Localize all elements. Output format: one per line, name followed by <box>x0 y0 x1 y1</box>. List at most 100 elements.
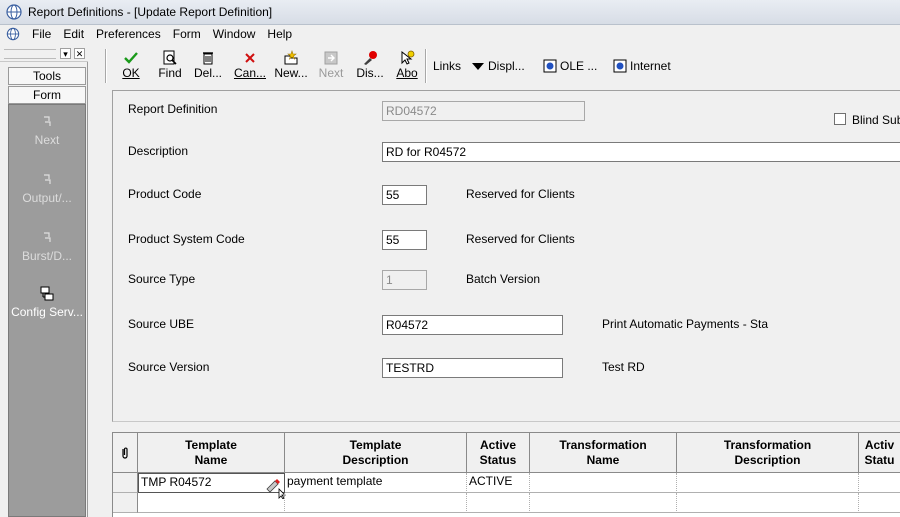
empty-cell[interactable] <box>285 493 467 513</box>
source-version-label: Source Version <box>128 360 210 374</box>
product-code-field[interactable]: 55 <box>382 185 427 205</box>
report-definition-field[interactable]: RD04572 <box>382 101 585 121</box>
sidebar-action-next[interactable]: Next <box>9 113 85 147</box>
ole-button[interactable]: OLE ... <box>543 58 597 74</box>
config-icon <box>40 286 54 301</box>
sidebar-actions-panel: Next Output/... Burst/D... Config Serv..… <box>8 104 86 517</box>
cancel-button[interactable]: Can... <box>233 48 267 84</box>
blind-submission-checkbox[interactable] <box>834 113 846 125</box>
new-button[interactable]: New... <box>273 48 309 84</box>
display-button[interactable]: Dis... <box>355 48 385 84</box>
sidebar-action-config-serv[interactable]: Config Serv... <box>9 285 85 319</box>
menu-form[interactable]: Form <box>167 25 207 43</box>
cell-transformation-name[interactable] <box>530 473 677 493</box>
column-header-line: Name <box>194 452 228 467</box>
delete-button[interactable]: Del... <box>193 48 223 84</box>
sidebar-action-label: Next <box>34 133 60 147</box>
empty-cell[interactable] <box>530 493 677 513</box>
column-header-transformation-description[interactable]: Transformation Description <box>677 433 859 473</box>
display-icon <box>364 51 377 65</box>
sidebar-grip[interactable] <box>4 49 56 59</box>
menu-help[interactable]: Help <box>261 25 298 43</box>
cell-template-description[interactable]: payment template <box>285 473 467 493</box>
links-menu[interactable]: Links <box>433 58 461 74</box>
new-label: New... <box>274 66 308 80</box>
cell-active-status[interactable]: ACTIVE <box>467 473 530 493</box>
toolbar-separator <box>105 49 107 83</box>
description-field[interactable]: RD for R04572 <box>382 142 900 162</box>
paperclip-icon <box>122 446 128 459</box>
column-header-line: Statu <box>864 452 895 467</box>
column-header-template-description[interactable]: Template Description <box>285 433 467 473</box>
menu-preferences[interactable]: Preferences <box>90 25 167 43</box>
product-system-code-field[interactable]: 55 <box>382 230 427 250</box>
sidebar-header: ▾ ✕ <box>0 46 88 62</box>
row-selector[interactable] <box>113 473 138 493</box>
column-header-line: Status <box>479 452 517 467</box>
about-button[interactable]: Abo <box>393 48 421 84</box>
sidebar-action-label: Burst/D... <box>21 249 72 263</box>
column-header-transformation-name[interactable]: Transformation Name <box>530 433 677 473</box>
cell-template-name[interactable]: TMP R04572 <box>138 473 285 493</box>
source-type-description: Batch Version <box>466 272 541 286</box>
report-definition-label: Report Definition <box>128 102 218 116</box>
column-header-active-status-2[interactable]: Activ Statu <box>859 433 900 473</box>
source-version-field[interactable]: TESTRD <box>382 358 563 378</box>
cell-template-description-text: payment template <box>287 474 383 488</box>
source-type-field[interactable]: 1 <box>382 270 427 290</box>
sidebar-tab-tools[interactable]: Tools <box>8 67 86 85</box>
sidebar-action-burst[interactable]: Burst/D... <box>9 229 85 263</box>
cell-active-status-2[interactable] <box>859 473 900 493</box>
cell-transformation-description[interactable] <box>677 473 859 493</box>
menu-file[interactable]: File <box>26 25 57 43</box>
internet-button[interactable]: Internet <box>613 58 671 74</box>
column-header-template-name[interactable]: Template Name <box>138 433 285 473</box>
column-header-line: Name <box>586 452 620 467</box>
menu-window[interactable]: Window <box>207 25 262 43</box>
empty-cell[interactable] <box>138 493 285 513</box>
next-button[interactable]: Next <box>317 48 345 84</box>
description-label: Description <box>128 144 189 158</box>
sidebar-action-label: Config Serv... <box>11 305 83 319</box>
document-globe-icon[interactable] <box>6 27 20 41</box>
grid-attachment-header[interactable] <box>113 433 138 473</box>
row-selector[interactable] <box>113 493 138 513</box>
column-header-line: Active <box>479 437 517 452</box>
empty-cell[interactable] <box>677 493 859 513</box>
exit-icon <box>44 232 51 242</box>
display-dropdown-label: Displ... <box>488 59 525 73</box>
find-label: Find <box>158 66 182 80</box>
menu-bar: File Edit Preferences Form Window Help <box>0 25 900 43</box>
cell-template-name-text: TMP R04572 <box>141 475 212 489</box>
source-ube-field[interactable]: R04572 <box>382 315 563 335</box>
sidebar-action-output[interactable]: Output/... <box>9 171 85 205</box>
next-label: Next <box>318 66 344 80</box>
empty-cell[interactable] <box>859 493 900 513</box>
sidebar-tab-form[interactable]: Form <box>8 86 86 104</box>
cell-active-status-text: ACTIVE <box>469 474 513 488</box>
about-label: Abo <box>396 66 418 80</box>
ok-button[interactable]: OK <box>117 48 145 84</box>
delete-label: Del... <box>193 66 222 80</box>
ok-label: OK <box>122 66 140 80</box>
sidebar-close-icon[interactable]: ✕ <box>74 48 85 59</box>
display-dropdown[interactable]: Displ... <box>471 58 525 74</box>
column-header-line: Transformation <box>559 437 647 452</box>
find-button[interactable]: Find <box>155 48 185 84</box>
header-form: Report Definition RD04572 Blind Sub Desc… <box>112 90 900 422</box>
about-icon <box>401 50 415 65</box>
sidebar-dropdown-icon[interactable]: ▾ <box>60 48 71 59</box>
next-arrow-icon <box>324 51 338 65</box>
menu-edit[interactable]: Edit <box>57 25 90 43</box>
column-header-active-status[interactable]: Active Status <box>467 433 530 473</box>
trash-icon <box>203 52 213 65</box>
checkmark-icon <box>124 52 138 64</box>
empty-cell[interactable] <box>467 493 530 513</box>
sidebar: Tools Form Next Output/... Burst/D... Co… <box>0 62 88 517</box>
find-icon <box>163 50 177 65</box>
blind-submission-label: Blind Sub <box>852 113 900 127</box>
display-label: Dis... <box>356 66 384 80</box>
column-header-line: Transformation <box>723 437 812 452</box>
new-folder-icon <box>284 50 298 65</box>
product-system-code-label: Product System Code <box>128 232 245 246</box>
